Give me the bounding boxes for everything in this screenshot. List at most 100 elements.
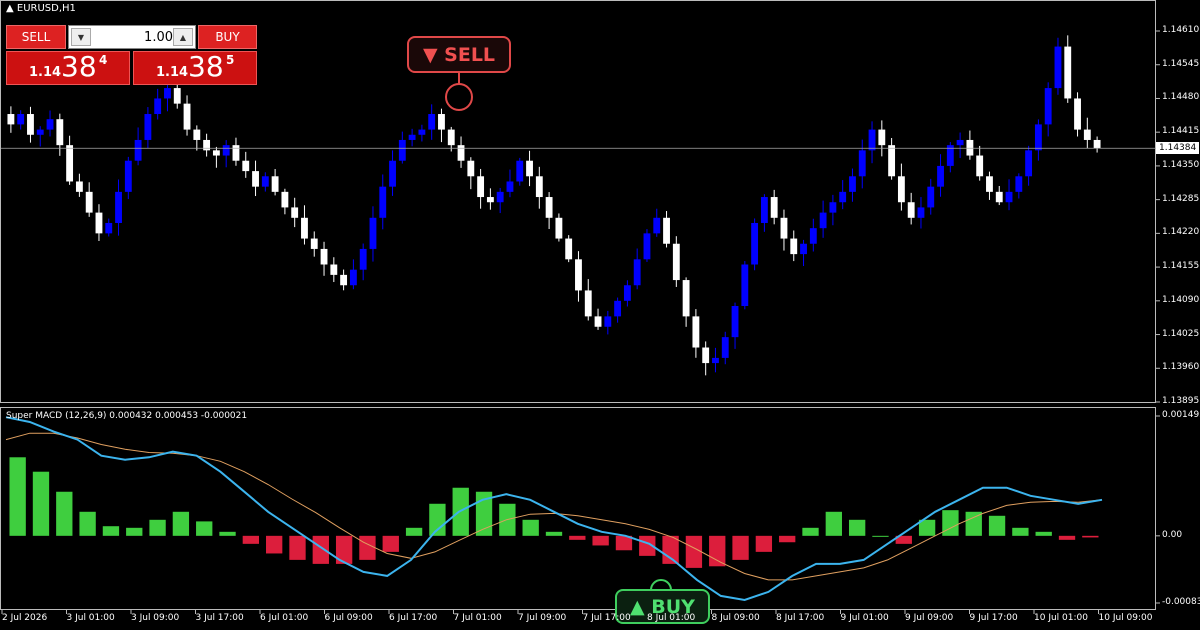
candle-body xyxy=(66,145,74,182)
candle-body xyxy=(868,129,876,151)
candle-body xyxy=(721,337,729,358)
candle-body xyxy=(271,176,279,192)
candle-body xyxy=(359,248,367,270)
candle-body xyxy=(545,197,553,218)
candle-body xyxy=(575,259,582,291)
candle-body xyxy=(976,155,984,177)
candle-body xyxy=(1074,98,1081,130)
candle-body xyxy=(418,129,426,135)
candle-body xyxy=(17,114,25,125)
sell-button[interactable]: SELL xyxy=(6,25,66,49)
candle-body xyxy=(1005,191,1013,203)
candle-body xyxy=(301,217,308,239)
candle-body xyxy=(340,274,348,286)
candle-body xyxy=(477,176,485,198)
candle-body xyxy=(124,160,132,192)
current-price-tag: 1.14384 xyxy=(1156,142,1200,155)
macd-main-line xyxy=(5,416,1103,602)
lot-size-input[interactable] xyxy=(93,28,175,46)
candle-body xyxy=(535,176,543,198)
time-tick-label: 8 Jul 01:00 xyxy=(647,613,696,623)
osc-tick-label: 0.001495 xyxy=(1162,410,1200,420)
time-tick-label: 7 Jul 01:00 xyxy=(453,613,502,623)
sell-quote-fraction: 4 xyxy=(99,53,108,67)
candle-body xyxy=(447,129,455,146)
candle-body xyxy=(1034,124,1042,151)
price-tick-label: 1.14155 xyxy=(1162,261,1200,272)
buy-quote-prefix: 1.14 xyxy=(156,65,189,80)
candle-body xyxy=(310,238,318,249)
macd-histogram-bar xyxy=(779,535,796,543)
collapse-triangle-icon[interactable]: ▲ xyxy=(6,3,14,14)
candle-body xyxy=(467,160,475,177)
candle-body xyxy=(1044,88,1052,125)
candle-body xyxy=(105,222,113,234)
candle-body xyxy=(663,217,670,244)
lot-increase-arrow-icon[interactable]: ▲ xyxy=(173,28,193,46)
price-tick-label: 1.14025 xyxy=(1162,328,1200,339)
time-tick-label: 9 Jul 17:00 xyxy=(969,613,1018,623)
price-tick-label: 1.14610 xyxy=(1162,25,1200,35)
macd-histogram-bar xyxy=(32,471,50,536)
oscillator-title: Super MACD (12,26,9) 0.000432 0.000453 -… xyxy=(6,411,248,421)
macd-histogram-bar xyxy=(312,535,329,564)
candle-body xyxy=(95,212,103,234)
sell-quote[interactable]: 1.14 38 4 xyxy=(6,50,130,85)
candle-body xyxy=(56,119,64,146)
macd-histogram-bar xyxy=(405,527,423,536)
price-tick-label: 1.14220 xyxy=(1162,227,1200,238)
price-tick-label: 1.14480 xyxy=(1162,92,1200,103)
candle-body xyxy=(144,114,152,140)
time-tick-label: 8 Jul 09:00 xyxy=(711,613,760,623)
candle-body xyxy=(829,202,837,213)
time-tick-label: 10 Jul 01:00 xyxy=(1034,613,1088,623)
candle-body xyxy=(516,160,524,182)
macd-histogram-bar xyxy=(825,511,842,536)
buy-quote[interactable]: 1.14 38 5 xyxy=(133,50,257,85)
macd-histogram-bar xyxy=(56,491,73,536)
time-tick-label: 7 Jul 17:00 xyxy=(582,613,631,623)
candle-body xyxy=(428,114,436,130)
candle-body xyxy=(134,139,142,161)
one-click-trading-panel: SELL ▼ ▲ BUY 1.14 38 4 1.14 38 5 xyxy=(6,25,257,85)
time-tick-label: 2 Jul 2026 xyxy=(2,613,48,623)
candle-body xyxy=(888,145,896,177)
symbol-timeframe-label: EURUSD,H1 xyxy=(16,3,76,14)
macd-histogram-bar xyxy=(872,535,889,537)
chart-canvas xyxy=(1,30,1160,614)
osc-tick-label: 0.00 xyxy=(1162,529,1183,540)
macd-histogram-bar xyxy=(242,535,260,544)
osc-tick-label: -0.000838 xyxy=(1162,597,1200,607)
buy-button[interactable]: BUY xyxy=(198,25,257,49)
macd-histogram-bar xyxy=(662,535,679,564)
candle-body xyxy=(438,114,445,130)
candle-body xyxy=(702,347,710,364)
macd-histogram-bar xyxy=(988,515,1006,536)
candle-body xyxy=(496,191,504,203)
candle-body xyxy=(379,186,387,218)
candle-body xyxy=(506,181,514,192)
macd-histogram-bar xyxy=(802,527,819,536)
time-tick-label: 8 Jul 17:00 xyxy=(776,613,825,623)
sell-signal-circle xyxy=(445,83,473,111)
candle-body xyxy=(594,316,602,327)
time-tick-label: 10 Jul 09:00 xyxy=(1098,613,1153,623)
candle-body xyxy=(858,150,866,177)
candle-body xyxy=(995,191,1003,203)
candle-body xyxy=(770,197,778,218)
candle-body xyxy=(457,145,465,161)
candle-body xyxy=(1025,150,1033,177)
macd-histogram-bar xyxy=(522,519,539,536)
candle-body xyxy=(623,285,631,301)
macd-histogram-bar xyxy=(382,535,399,552)
candle-body xyxy=(164,88,171,99)
candle-body xyxy=(614,300,622,317)
candle-body xyxy=(584,290,592,317)
macd-histogram-bar xyxy=(1082,535,1099,538)
candle-body xyxy=(809,228,817,244)
candle-body xyxy=(555,217,563,239)
macd-histogram-bar xyxy=(545,531,563,536)
lot-decrease-arrow-icon[interactable]: ▼ xyxy=(71,28,91,46)
macd-histogram-bar xyxy=(569,535,586,540)
candle-body xyxy=(956,139,964,146)
